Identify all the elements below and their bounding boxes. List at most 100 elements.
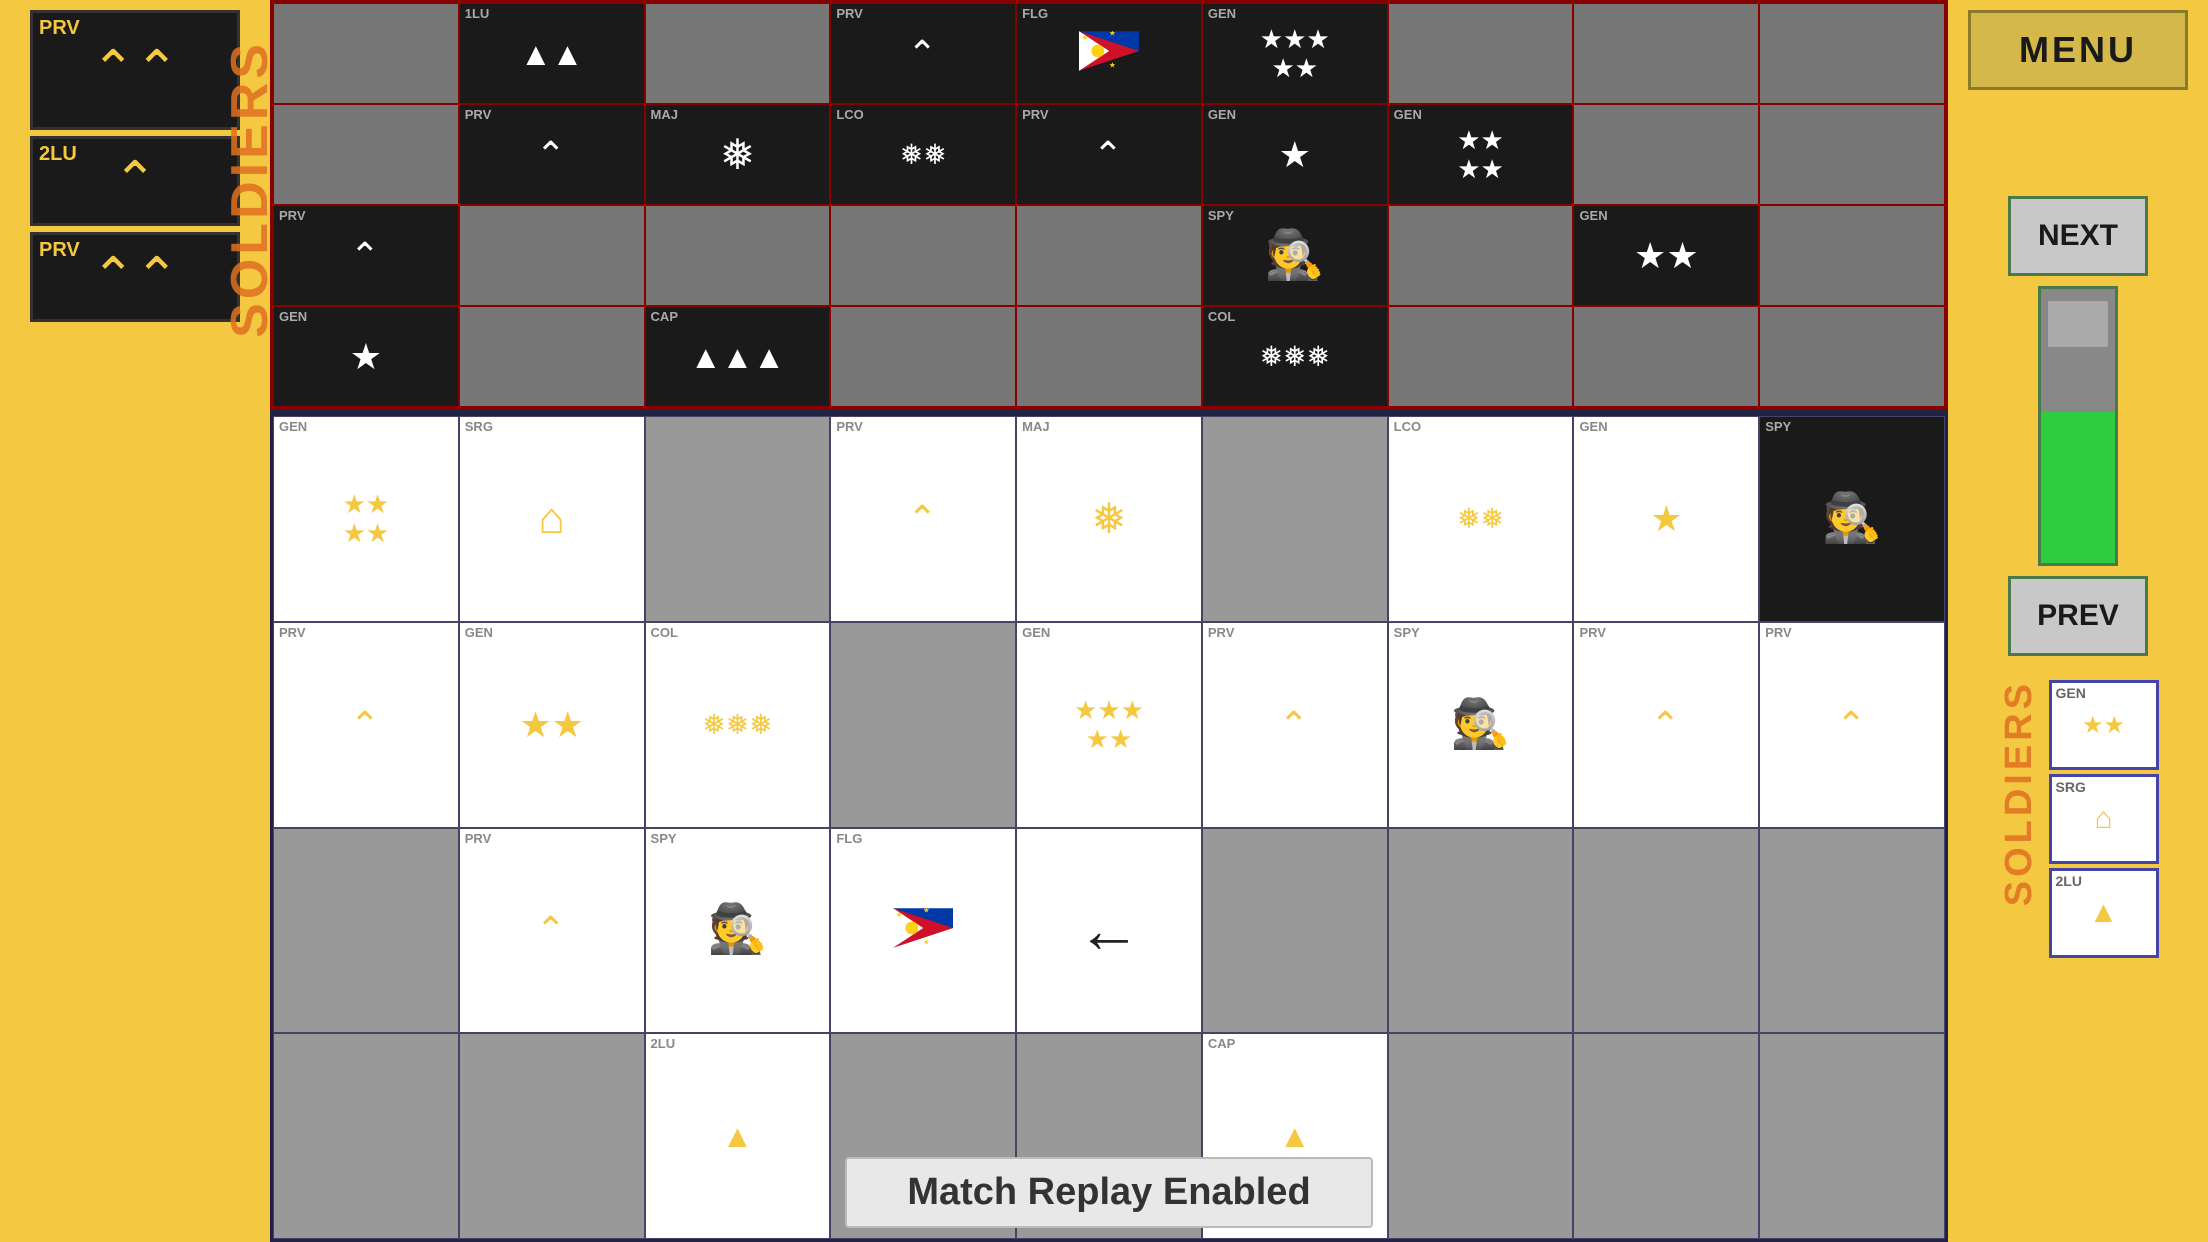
prev-button[interactable]: PREV (2008, 576, 2148, 656)
cell-rank-label: FLG (1022, 7, 1048, 20)
board-cell[interactable]: GEN★ (273, 306, 459, 407)
mini-rank-1: GEN (2056, 685, 2086, 701)
cell-rank-label: LCO (1394, 420, 1421, 433)
board-cell[interactable]: MAJ❅ (1016, 416, 1202, 622)
left-rank-symbol-3: ⌃⌃ (91, 251, 178, 303)
board-cell[interactable]: GEN ★★ (459, 622, 645, 828)
board-cell[interactable]: CAP▲▲▲ (645, 306, 831, 407)
board-cell[interactable]: LCO❅❅ (1388, 416, 1574, 622)
board-cell[interactable]: MAJ❅ (645, 104, 831, 205)
board-cell[interactable]: COL❅❅❅ (645, 622, 831, 828)
cell-rank-label: PRV (465, 108, 492, 121)
board-cell[interactable] (1573, 104, 1759, 205)
board-cell[interactable]: PRV⌃ (830, 3, 1016, 104)
board-cell[interactable] (1388, 3, 1574, 104)
board-cell[interactable]: GEN★★ (1573, 205, 1759, 306)
cell-symbol: ⌂ (538, 497, 565, 541)
board-cell[interactable] (273, 104, 459, 205)
board-cell[interactable] (273, 3, 459, 104)
board-cell[interactable]: PRV⌃ (1573, 622, 1759, 828)
board-cell[interactable]: 1LU▲▲ (459, 3, 645, 104)
board-cell[interactable] (1759, 104, 1945, 205)
cell-rank-label: GEN (465, 626, 493, 639)
board-cell[interactable] (1016, 306, 1202, 407)
menu-button[interactable]: MENU (1968, 10, 2188, 90)
svg-text:★: ★ (1082, 33, 1089, 42)
svg-text:★: ★ (1109, 31, 1116, 38)
cell-rank-label: PRV (279, 626, 306, 639)
board-cell[interactable] (645, 416, 831, 622)
cell-rank-label: CAP (1208, 1037, 1235, 1050)
board-cell[interactable] (1573, 306, 1759, 407)
cell-rank-label: LCO (836, 108, 863, 121)
cell-rank-label: GEN (1579, 420, 1607, 433)
board-cell[interactable] (645, 3, 831, 104)
cell-symbol: ⌃ (536, 137, 568, 173)
board-cell[interactable]: GEN★★★★★ (1202, 3, 1388, 104)
board-cell[interactable]: PRV⌃ (830, 416, 1016, 622)
soldiers-label-right: SOLDIERS (1998, 680, 2041, 906)
cell-symbol: ⌃ (350, 707, 382, 743)
board-cell[interactable] (1759, 3, 1945, 104)
board-cell[interactable]: PRV ⌃ (273, 622, 459, 828)
mini-rank-2: SRG (2056, 779, 2086, 795)
board-cell[interactable]: GEN★★★★ (273, 416, 459, 622)
board-cell[interactable]: GEN★★★★★ (1016, 622, 1202, 828)
board-cell[interactable]: PRV⌃ (1759, 622, 1945, 828)
left-card-2: 2LU ⌃ (30, 136, 240, 226)
mini-card-2: SRG ⌂ (2049, 774, 2159, 864)
cell-rank-label: GEN (279, 420, 307, 433)
cell-rank-label: GEN (1208, 108, 1236, 121)
cell-rank-label: SPY (1208, 209, 1234, 222)
board-cell[interactable] (1202, 416, 1388, 622)
cell-symbol: ★ (1279, 135, 1311, 175)
board-cell[interactable] (1388, 306, 1574, 407)
board-cell[interactable] (1573, 828, 1759, 1034)
board-cell[interactable]: SPY🕵 (1759, 416, 1945, 622)
cell-symbol: ★★★★★ (1260, 25, 1330, 82)
board-cell[interactable]: FLG ★ ★ ★ (830, 828, 1016, 1034)
board-cell[interactable] (830, 622, 1016, 828)
board-cell[interactable] (459, 306, 645, 407)
board-cell[interactable]: PRV⌃ (273, 205, 459, 306)
board-cell[interactable]: PRV ⌃ (459, 104, 645, 205)
board-cell[interactable] (1388, 828, 1574, 1034)
board-cell[interactable] (1202, 828, 1388, 1034)
board-cell[interactable]: PRV⌃ (459, 828, 645, 1034)
cell-rank-label: MAJ (1022, 420, 1049, 433)
board-cell[interactable]: SPY🕵 (1202, 205, 1388, 306)
board-cell[interactable] (1388, 205, 1574, 306)
board-cell[interactable] (273, 828, 459, 1034)
board-cell[interactable] (1759, 828, 1945, 1034)
board-cell[interactable]: COL❅❅❅ (1202, 306, 1388, 407)
board-cell[interactable] (1573, 3, 1759, 104)
next-button[interactable]: NEXT (2008, 196, 2148, 276)
board-cell[interactable]: GEN★ (1573, 416, 1759, 622)
board-cell[interactable]: GEN★★★★ (1388, 104, 1574, 205)
board-cell[interactable]: SPY🕵 (645, 828, 831, 1034)
cell-symbol: ⌃ (350, 238, 382, 274)
cell-symbol: ⌃ (907, 36, 939, 72)
match-replay-text: Match Replay Enabled (907, 1171, 1310, 1213)
cell-symbol: ★★ (519, 705, 584, 745)
board-cell[interactable] (459, 205, 645, 306)
board-cell[interactable] (830, 306, 1016, 407)
cell-symbol: ❅❅ (900, 141, 947, 169)
board-cell[interactable]: SPY🕵 (1388, 622, 1574, 828)
board-cell[interactable] (645, 205, 831, 306)
cell-symbol: ❅ (720, 134, 755, 176)
board-cell[interactable]: PRV⌃ (1202, 622, 1388, 828)
board-cell[interactable]: ← (1016, 828, 1202, 1034)
board-cell[interactable] (830, 205, 1016, 306)
board-cell[interactable] (1759, 205, 1945, 306)
svg-text:★: ★ (923, 937, 930, 946)
board-cell[interactable] (1016, 205, 1202, 306)
board-cell[interactable]: SRG⌂ (459, 416, 645, 622)
progress-slider[interactable] (2046, 299, 2110, 349)
board-cell[interactable]: FLG ★ ★ ★ (1016, 3, 1202, 104)
board-cell[interactable]: LCO ❅❅ (830, 104, 1016, 205)
game-board-container: 1LU▲▲PRV⌃FLG ★ ★ ★ GEN★★★★★PRV⌃MAJ❅LCO❅❅… (270, 0, 1948, 1242)
board-cell[interactable] (1759, 306, 1945, 407)
board-cell[interactable]: PRV⌃ (1016, 104, 1202, 205)
board-cell[interactable]: GEN ★ (1202, 104, 1388, 205)
